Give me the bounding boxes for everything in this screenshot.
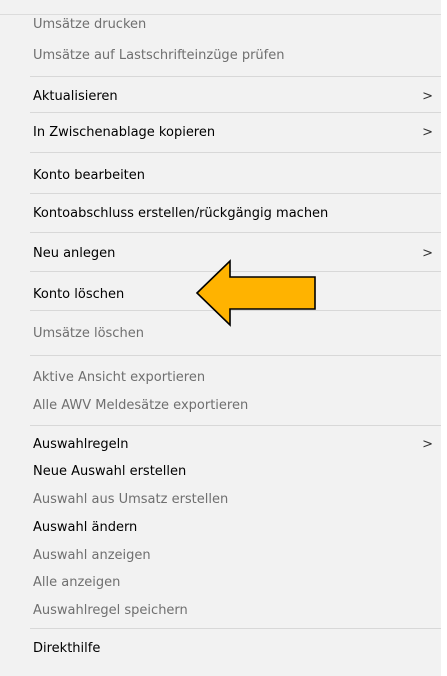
menu-item-label: Aktualisieren bbox=[33, 89, 118, 104]
menu-item-label: Umsätze auf Lastschrifteinzüge prüfen bbox=[33, 48, 285, 63]
menu-item-label: Auswahl anzeigen bbox=[33, 548, 151, 563]
arrow-left-icon bbox=[195, 259, 316, 327]
menu-item-aktualisieren[interactable]: Aktualisieren > bbox=[0, 88, 441, 106]
menu-item-label: Auswahl aus Umsatz erstellen bbox=[33, 492, 229, 507]
menu-item-alle-anzeigen[interactable]: Alle anzeigen bbox=[0, 574, 441, 592]
menu-item-ansicht-exportieren[interactable]: Aktive Ansicht exportieren bbox=[0, 369, 441, 387]
menu-item-awv-exportieren[interactable]: Alle AWV Meldesätze exportieren bbox=[0, 397, 441, 415]
submenu-chevron-icon: > bbox=[422, 246, 433, 261]
menu-item-auswahlregeln[interactable]: Auswahlregeln > bbox=[0, 436, 441, 454]
menu-item-konto-bearbeiten[interactable]: Konto bearbeiten bbox=[0, 167, 441, 185]
window-edge bbox=[441, 0, 447, 676]
menu-item-lastschrift-pruefen[interactable]: Umsätze auf Lastschrifteinzüge prüfen bbox=[0, 47, 441, 65]
context-menu: Umsätze drucken Umsätze auf Lastschrifte… bbox=[0, 0, 441, 676]
submenu-chevron-icon: > bbox=[422, 125, 433, 140]
menu-item-label: Alle anzeigen bbox=[33, 575, 121, 590]
menu-item-label: Auswahlregeln bbox=[33, 437, 129, 452]
menu-item-auswahl-aus-umsatz[interactable]: Auswahl aus Umsatz erstellen bbox=[0, 491, 441, 509]
menu-item-label: Alle AWV Meldesätze exportieren bbox=[33, 398, 249, 413]
menu-item-label: Auswahlregel speichern bbox=[33, 603, 188, 618]
menu-item-auswahlregel-speichern[interactable]: Auswahlregel speichern bbox=[0, 602, 441, 620]
menu-item-direkthilfe[interactable]: Direkthilfe bbox=[0, 640, 441, 658]
menu-item-zwischenablage[interactable]: In Zwischenablage kopieren > bbox=[0, 124, 441, 142]
menu-item-label: Umsätze drucken bbox=[33, 17, 147, 32]
arrow-left-shape bbox=[195, 259, 316, 327]
menu-item-label: Aktive Ansicht exportieren bbox=[33, 370, 206, 385]
menu-item-label: Neu anlegen bbox=[33, 246, 116, 261]
menu-item-auswahl-aendern[interactable]: Auswahl ändern bbox=[0, 519, 441, 537]
menu-item-label: Direkthilfe bbox=[33, 641, 101, 656]
menu-item-label: Kontoabschluss erstellen/rückgängig mach… bbox=[33, 206, 329, 221]
menu-item-label: In Zwischenablage kopieren bbox=[33, 125, 216, 140]
menu-separator bbox=[30, 152, 441, 153]
submenu-chevron-icon: > bbox=[422, 89, 433, 104]
menu-item-label: Neue Auswahl erstellen bbox=[33, 464, 187, 479]
menu-item-neue-auswahl[interactable]: Neue Auswahl erstellen bbox=[0, 463, 441, 481]
menu-item-kontoabschluss[interactable]: Kontoabschluss erstellen/rückgängig mach… bbox=[0, 205, 441, 223]
menu-item-label: Konto bearbeiten bbox=[33, 168, 146, 183]
menu-top-border bbox=[0, 14, 441, 15]
menu-separator bbox=[30, 193, 441, 194]
menu-separator bbox=[30, 355, 441, 356]
submenu-chevron-icon: > bbox=[422, 437, 433, 452]
menu-separator bbox=[30, 76, 441, 77]
menu-separator bbox=[30, 232, 441, 233]
menu-item-auswahl-anzeigen[interactable]: Auswahl anzeigen bbox=[0, 547, 441, 565]
menu-item-label: Konto löschen bbox=[33, 287, 125, 302]
menu-item-label: Umsätze löschen bbox=[33, 326, 144, 341]
menu-item-label: Auswahl ändern bbox=[33, 520, 138, 535]
menu-separator bbox=[30, 628, 441, 629]
menu-item-umsaetze-drucken[interactable]: Umsätze drucken bbox=[0, 16, 441, 34]
menu-separator bbox=[30, 425, 441, 426]
menu-separator bbox=[30, 112, 441, 113]
